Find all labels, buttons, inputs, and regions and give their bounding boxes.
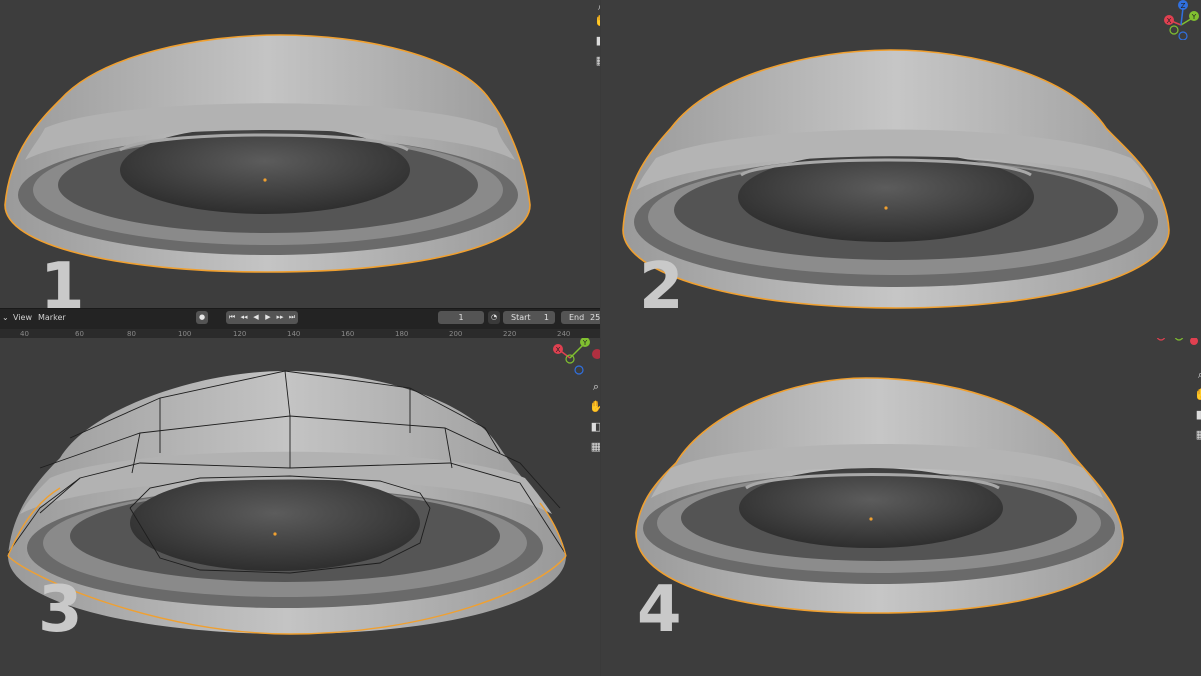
tick-label: 40 <box>20 330 29 338</box>
next-keyframe-button[interactable]: ▸▸ <box>274 311 286 324</box>
hand-icon[interactable]: ✋ <box>1194 388 1201 402</box>
zoom-icon[interactable]: ⌕ <box>594 0 600 13</box>
tick-label: 220 <box>503 330 517 338</box>
camera-icon[interactable]: ◧ <box>594 34 600 48</box>
tick-label: 180 <box>395 330 409 338</box>
dish-model-2 <box>622 49 1170 309</box>
timeline-bar: ⌄ View Marker ● ⏮ ◂◂ ◀ ▶ ▸▸ ⏭ 1 ◔ Start 1… <box>0 308 600 339</box>
viewport-3[interactable]: X Y ⌕ ✋ ◧ ▦ 3 <box>0 338 600 676</box>
viewport-4[interactable]: ⌕ ✋ ◧ ▦ 4 <box>601 338 1201 676</box>
gizmo-x-label: X <box>556 346 561 354</box>
stopwatch-icon[interactable]: ◔ <box>488 311 500 324</box>
tick-label: 100 <box>178 330 192 338</box>
axis-gizmo-3[interactable]: X Y <box>548 338 600 378</box>
grid-icon[interactable]: ▦ <box>594 54 600 68</box>
tick-label: 240 <box>557 330 571 338</box>
axis-gizmo-2[interactable]: X Y Z <box>1161 0 1201 40</box>
start-frame-field[interactable]: Start 1 <box>503 311 555 324</box>
dish-model-1 <box>4 34 531 273</box>
record-button[interactable]: ● <box>196 311 208 324</box>
tick-label: 80 <box>127 330 136 338</box>
dish-model-3-wireframe <box>7 370 567 635</box>
grid-icon[interactable]: ▦ <box>1194 428 1201 442</box>
current-frame-field[interactable]: 1 <box>438 311 484 324</box>
gizmo-y-label: Y <box>1191 13 1197 21</box>
dish-model-4 <box>635 377 1124 614</box>
jump-end-button[interactable]: ⏭ <box>286 311 298 324</box>
tick-label: 200 <box>449 330 463 338</box>
camera-icon[interactable]: ◧ <box>589 420 600 434</box>
viewport-2[interactable]: X Y Z 2 <box>601 0 1201 338</box>
zoom-icon[interactable]: ⌕ <box>1194 368 1201 382</box>
end-frame-field[interactable]: End 25 <box>561 311 600 324</box>
viewport-tools-1: ⌕ ✋ ◧ ▦ <box>594 0 600 74</box>
tick-label: 140 <box>287 330 301 338</box>
editor-type-dropdown-icon[interactable]: ⌄ <box>2 313 9 322</box>
start-label: Start <box>511 313 531 322</box>
timeline-marker-menu[interactable]: Marker <box>38 313 66 322</box>
start-value: 1 <box>543 313 549 322</box>
play-button[interactable]: ▶ <box>262 311 274 324</box>
panel-number-4: 4 <box>637 573 682 647</box>
end-value: 25 <box>590 313 601 322</box>
tick-label: 160 <box>341 330 355 338</box>
gizmo-z-label: Z <box>1181 2 1186 10</box>
grid-icon[interactable]: ▦ <box>589 440 600 454</box>
prev-keyframe-button[interactable]: ◂◂ <box>238 311 250 324</box>
tick-label: 120 <box>233 330 247 338</box>
panel-number-2: 2 <box>639 250 684 324</box>
play-reverse-button[interactable]: ◀ <box>250 311 262 324</box>
panel-number-3: 3 <box>38 573 83 647</box>
viewport-1[interactable]: 1 ⌕ ✋ ◧ ▦ <box>0 0 600 308</box>
hand-icon[interactable]: ✋ <box>589 400 600 414</box>
tick-label: 60 <box>75 330 84 338</box>
zoom-icon[interactable]: ⌕ <box>589 380 600 394</box>
viewport-tools-3: ⌕ ✋ ◧ ▦ <box>589 380 600 460</box>
camera-icon[interactable]: ◧ <box>1194 408 1201 422</box>
hand-icon[interactable]: ✋ <box>594 14 600 28</box>
viewport-tools-4: ⌕ ✋ ◧ ▦ <box>1194 368 1201 448</box>
panel-number-1: 1 <box>40 250 85 308</box>
gizmo-y-label: Y <box>582 339 588 347</box>
end-label: End <box>569 313 585 322</box>
timeline-view-menu[interactable]: View <box>13 313 32 322</box>
gizmo-x-label: X <box>1167 17 1172 25</box>
jump-start-button[interactable]: ⏮ <box>226 311 238 324</box>
